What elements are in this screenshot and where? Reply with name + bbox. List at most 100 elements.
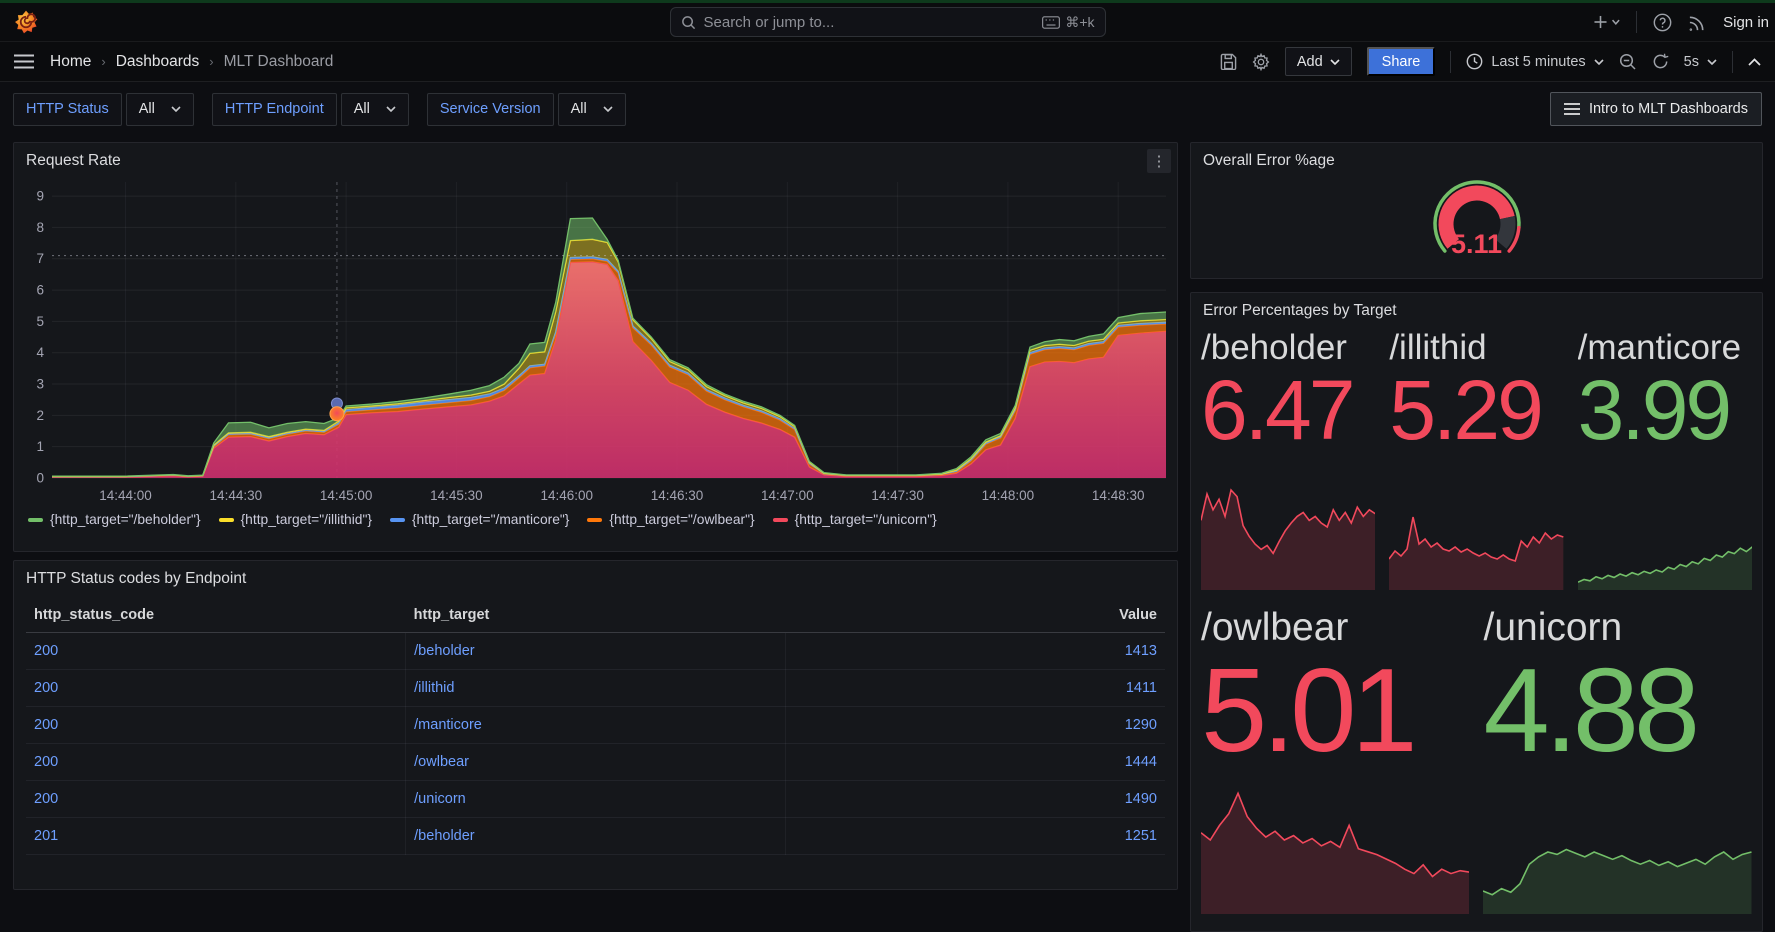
x-axis-tick: 14:45:30 (430, 488, 483, 503)
http-target-link[interactable]: /beholder (414, 828, 474, 844)
y-axis-tick: 9 (36, 189, 44, 204)
grafana-logo-icon[interactable] (13, 9, 39, 35)
status-code-link[interactable]: 200 (34, 680, 58, 696)
hamburger-menu-icon[interactable] (14, 54, 34, 69)
status-code-link[interactable]: 200 (34, 643, 58, 659)
value-link[interactable]: 1413 (1125, 643, 1157, 659)
dashboard-settings-gear-icon[interactable] (1252, 53, 1270, 71)
breadcrumb: Home › Dashboards › MLT Dashboard (50, 53, 333, 71)
chevron-down-icon (603, 106, 613, 112)
cell-value: 1413 (785, 633, 1165, 670)
http-target-link[interactable]: /unicorn (414, 791, 466, 807)
legend-item[interactable]: {http_target="/owlbear"} (587, 512, 754, 527)
panel-menu-kebab-icon[interactable]: ⋮ (1147, 149, 1171, 173)
stat-illithid[interactable]: /illithid5.29 (1389, 328, 1563, 590)
search-input[interactable] (704, 14, 1035, 31)
value-link[interactable]: 1251 (1125, 828, 1157, 844)
filter-value-dropdown[interactable]: All (558, 93, 626, 126)
status-code-link[interactable]: 201 (34, 828, 58, 844)
filter-variable: HTTP StatusAll (13, 93, 194, 126)
sparkline (1201, 764, 1469, 914)
legend-item[interactable]: {http_target="/illithid"} (219, 512, 372, 527)
y-axis-tick: 5 (36, 314, 44, 329)
annotation-marker-orange[interactable] (330, 407, 344, 421)
filter-label[interactable]: HTTP Status (13, 93, 122, 126)
legend-item[interactable]: {http_target="/beholder"} (28, 512, 201, 527)
table-row: 200/manticore 1290 (26, 707, 1165, 744)
intro-dashboards-button[interactable]: Intro to MLT Dashboards (1550, 92, 1762, 126)
gauge: 5.11 (1191, 172, 1762, 268)
status-code-link[interactable]: 200 (34, 791, 58, 807)
zoom-out-icon[interactable] (1619, 53, 1637, 71)
request-rate-chart[interactable]: 012345678914:44:0014:44:3014:45:0014:45:… (22, 174, 1169, 510)
cell-value: 1444 (785, 744, 1165, 781)
stat-beholder[interactable]: /beholder6.47 (1201, 328, 1375, 590)
x-axis-tick: 14:46:00 (540, 488, 593, 503)
refresh-interval-dropdown[interactable]: 5s (1684, 54, 1717, 70)
filter-value-dropdown[interactable]: All (126, 93, 194, 126)
stat-manticore[interactable]: /manticore3.99 (1578, 328, 1752, 590)
http-target-link[interactable]: /owlbear (414, 754, 469, 770)
cell-http-target: /manticore (406, 707, 786, 744)
filter-value-dropdown[interactable]: All (341, 93, 409, 126)
y-axis-tick: 2 (36, 408, 44, 423)
cell-http-target: /unicorn (406, 781, 786, 818)
cell-status-code: 200 (26, 633, 406, 670)
search-bar[interactable]: ⌘+k (670, 7, 1106, 37)
sparkline (1578, 518, 1752, 590)
stat-owlbear[interactable]: /owlbear5.01 (1201, 602, 1469, 914)
save-dashboard-button[interactable] (1220, 53, 1237, 70)
value-link[interactable]: 1290 (1125, 717, 1157, 733)
cell-value: 1490 (785, 781, 1165, 818)
panel-title[interactable]: Overall Error %age (1191, 143, 1762, 172)
status-code-link[interactable]: 200 (34, 717, 58, 733)
col-http-target[interactable]: http_target (406, 598, 786, 633)
filter-variable: HTTP EndpointAll (212, 93, 409, 126)
refresh-icon[interactable] (1652, 53, 1669, 70)
stat-unicorn[interactable]: /unicorn4.88 (1483, 602, 1752, 914)
value-link[interactable]: 1411 (1126, 680, 1157, 696)
filter-label[interactable]: HTTP Endpoint (212, 93, 337, 126)
panel-title[interactable]: Request Rate (14, 143, 1177, 172)
http-status-table-panel: HTTP Status codes by Endpoint http_statu… (13, 560, 1178, 890)
filter-label[interactable]: Service Version (427, 93, 554, 126)
http-target-link[interactable]: /manticore (414, 717, 482, 733)
news-rss-icon[interactable] (1688, 13, 1707, 32)
legend-label: {http_target="/manticore"} (412, 512, 569, 527)
breadcrumb-dashboards[interactable]: Dashboards (116, 53, 200, 71)
chevron-down-icon (1707, 59, 1717, 65)
time-range-picker[interactable]: Last 5 minutes (1466, 53, 1603, 70)
y-axis-tick: 1 (36, 439, 44, 454)
x-axis-tick: 14:45:00 (320, 488, 373, 503)
collapse-toolbar-caret-icon[interactable] (1748, 58, 1761, 66)
add-button[interactable]: Add (1285, 47, 1352, 76)
stat-value: 3.99 (1578, 368, 1752, 454)
col-http-status-code[interactable]: http_status_code (26, 598, 406, 633)
window-top-edge (0, 0, 1775, 3)
value-link[interactable]: 1444 (1125, 754, 1157, 770)
share-button[interactable]: Share (1367, 47, 1436, 76)
x-axis-tick: 14:47:00 (761, 488, 814, 503)
sparkline (1201, 454, 1375, 590)
http-target-link[interactable]: /beholder (414, 643, 474, 659)
overall-error-gauge-panel: Overall Error %age 5.11 (1190, 142, 1763, 279)
panel-title[interactable]: HTTP Status codes by Endpoint (14, 561, 1177, 590)
panel-title[interactable]: Error Percentages by Target (1191, 293, 1762, 322)
legend-label: {http_target="/illithid"} (241, 512, 372, 527)
cell-value: 1411 (785, 670, 1165, 707)
clock-icon (1466, 53, 1483, 70)
value-link[interactable]: 1490 (1125, 791, 1157, 807)
sign-in-button[interactable]: Sign in (1723, 14, 1769, 31)
chevron-down-icon (171, 106, 181, 112)
status-code-link[interactable]: 200 (34, 754, 58, 770)
help-icon[interactable] (1653, 13, 1672, 32)
breadcrumb-home[interactable]: Home (50, 53, 91, 71)
legend-color-mark (587, 518, 602, 522)
legend-item[interactable]: {http_target="/manticore"} (390, 512, 569, 527)
legend-item[interactable]: {http_target="/unicorn"} (773, 512, 937, 527)
y-axis-tick: 4 (36, 345, 44, 360)
search-shortcut: ⌘+k (1042, 14, 1094, 31)
col-value[interactable]: Value (785, 598, 1165, 633)
add-menu-button[interactable] (1594, 14, 1620, 30)
http-target-link[interactable]: /illithid (414, 680, 454, 696)
